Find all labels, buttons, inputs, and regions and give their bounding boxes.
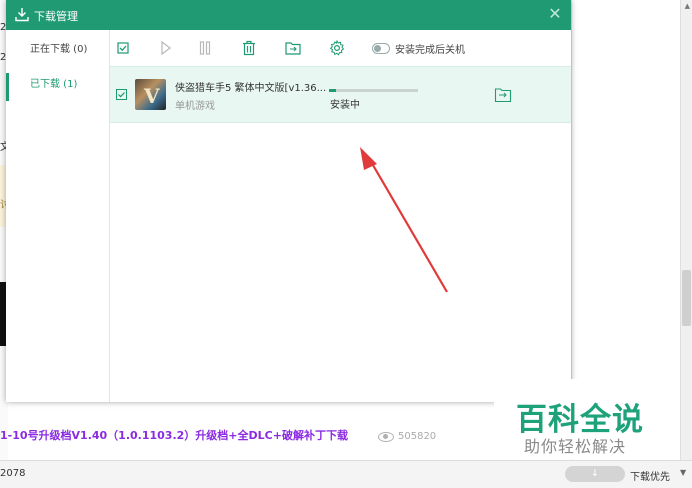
watermark-subtitle: 助你轻松解决 [524,437,627,456]
watermark-logo: 百科全说 助你轻松解决 [494,379,666,459]
